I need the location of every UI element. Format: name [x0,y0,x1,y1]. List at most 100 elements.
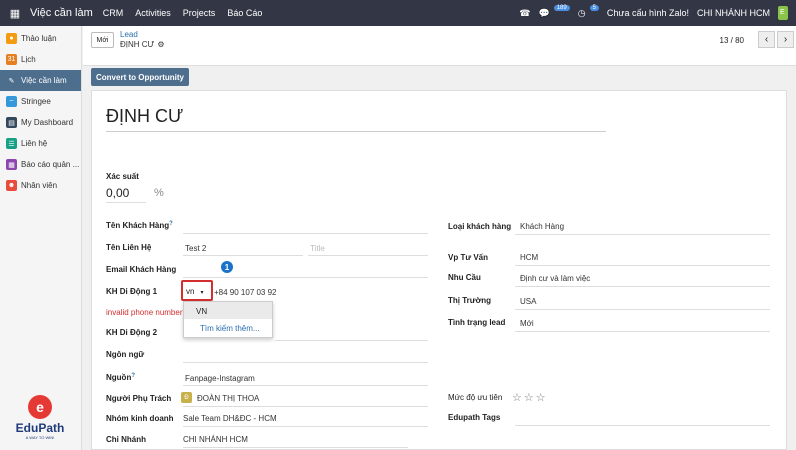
branch-input[interactable]: CHI NHÁNH HCM [183,435,248,444]
phone-input[interactable]: +84 90 107 03 92 [214,288,277,297]
email-label: Email Khách Hàng [106,265,177,274]
priority-stars-icon[interactable]: ☆☆☆ [512,391,548,404]
country-code-value: vn [186,287,195,296]
probability-label: Xác suất [106,172,139,181]
responsible-input[interactable]: ĐOÀN THỊ THOA [197,394,259,403]
sidebar-item-todo[interactable]: ✎ Việc cần làm [0,70,81,91]
sidebar-item-employees[interactable]: ☻ Nhân viên [0,175,81,196]
priority-label: Mức độ ưu tiên [448,393,503,402]
activity-icon[interactable]: ◷ [578,8,586,19]
customer-type-select[interactable]: Khách Hàng [520,222,564,231]
edupath-logo: e EduPath A WAY TO WIN! [14,395,66,440]
sidebar-item-label: Stringee [21,97,51,106]
zalo-warning[interactable]: Chưa cấu hình Zalo! [607,8,689,18]
advisor-select[interactable]: HCM [520,253,538,262]
source-input[interactable]: Fanpage-Instagram [185,374,255,383]
sidebar-item-label: My Dashboard [21,118,74,127]
need-select[interactable]: Định cư và làm việc [520,274,590,283]
menu-projects[interactable]: Projects [183,8,216,18]
convert-to-opportunity-button[interactable]: Convert to Opportunity [91,68,189,86]
branch-label: Chi Nhánh [106,435,146,444]
sidebar-item-label: Việc cần làm [21,76,67,85]
contact-name-label: Tên Liên Hệ [106,243,152,252]
status-select[interactable]: Mới [520,319,534,328]
sidebar: ● Thảo luận 31 Lịch ✎ Việc cần làm ~ Stringe… [0,26,82,450]
customer-type-label: Loại khách hàng [448,222,512,231]
dashboard-icon: ▤ [6,117,17,128]
breadcrumb-parent[interactable]: Lead [120,30,138,39]
sidebar-item-contacts[interactable]: ☰ Liên hệ [0,133,81,154]
dropdown-search-more[interactable]: Tìm kiếm thêm... [184,319,272,336]
logo-name: EduPath [15,421,65,435]
breadcrumb-current: ĐỊNH CƯ ⚙ [120,40,165,49]
employees-icon: ☻ [6,180,17,191]
dropdown-option-vn[interactable]: VN [184,302,272,319]
mobile2-label: KH Di Động 2 [106,328,158,337]
lead-title-input[interactable]: ĐỊNH CƯ [106,106,606,132]
mobile1-label: KH Di Động 1 [106,287,158,296]
probability-input[interactable]: 0,00 [106,186,129,200]
menu-crm[interactable]: CRM [103,8,124,18]
market-select[interactable]: USA [520,297,536,306]
control-panel: Mới Lead ĐỊNH CƯ ⚙ 13 / 80 ‹ › [83,26,796,66]
sidebar-item-stringee[interactable]: ~ Stringee [0,91,81,112]
customer-name-label-text: Tên Khách Hàng [106,221,170,230]
sidebar-item-label: Thảo luận [21,34,57,43]
sidebar-item-dashboard[interactable]: ▤ My Dashboard [0,112,81,133]
new-button[interactable]: Mới [91,32,114,48]
country-dropdown: VN Tìm kiếm thêm... [183,301,273,338]
sidebar-item-label: Liên hệ [21,139,48,148]
sidebar-item-reports[interactable]: ▦ Báo cáo quản ... [0,154,81,175]
language-label: Ngôn ngữ [106,350,145,359]
reports-icon: ▦ [6,159,17,170]
messages-icon[interactable]: 💬 [538,8,549,19]
tags-label: Edupath Tags [448,413,501,422]
user-initial: E [780,9,785,16]
help-icon[interactable]: ? [131,373,135,379]
pager-prev-button[interactable]: ‹ [758,31,775,48]
contact-title-input[interactable]: Title [310,244,325,253]
invalid-phone-message: invalid phone number [106,308,183,317]
menu-reports[interactable]: Báo Cáo [227,8,262,18]
app-title[interactable]: Việc cần làm [30,7,93,19]
responsible-label: Người Phụ Trách [106,394,172,403]
help-icon[interactable]: ? [169,221,173,227]
sidebar-item-discuss[interactable]: ● Thảo luận [0,28,81,49]
pencil-icon: ✎ [8,77,15,85]
team-label: Nhóm kinh doanh [106,414,174,423]
sidebar-item-label: Lịch [21,55,36,64]
logo-tagline: A WAY TO WIN! [25,435,55,440]
sidebar-item-label: Nhân viên [21,181,58,190]
phone-icon[interactable]: ☎ [519,8,530,19]
messages-badge: 189 [553,5,570,11]
contact-name-input[interactable]: Test 2 [185,244,206,253]
step-marker: 1 [221,261,233,273]
apps-grid-icon[interactable]: ▦ [4,7,26,20]
top-navbar: ▦ Việc cần làm CRM Activities Projects B… [0,0,796,26]
caret-down-icon: ▾ [200,290,204,296]
customer-name-label: Tên Khách Hàng? [106,221,173,230]
pager-next-button[interactable]: › [777,31,794,48]
chevron-left-icon: ‹ [764,34,769,45]
responsible-avatar: Đ [181,392,192,403]
need-label: Nhu Cầu [448,273,481,282]
advisor-label: Vp Tư Vấn [448,253,489,262]
form-sheet [91,90,787,450]
sidebar-item-calendar[interactable]: 31 Lịch [0,49,81,70]
market-label: Thị Trường [448,296,492,305]
percent-sign: % [154,187,164,199]
country-code-select[interactable]: vn ▾ [181,280,213,301]
activity-badge: 5 [589,5,599,11]
company-switcher[interactable]: CHI NHÁNH HCM [697,8,770,18]
sidebar-item-label: Báo cáo quản ... [21,160,80,169]
pager-value[interactable]: 13 / 80 [720,36,744,45]
breadcrumb-current-label: ĐỊNH CƯ [120,40,155,49]
source-label-text: Nguồn [106,373,132,382]
team-input[interactable]: Sale Team DH&ĐC - HCM [183,414,277,423]
discuss-icon: ● [6,33,17,44]
source-label: Nguồn? [106,373,135,382]
user-avatar[interactable]: E [778,6,788,20]
gear-icon[interactable]: ⚙ [157,40,164,49]
menu-activities[interactable]: Activities [135,8,171,18]
stringee-icon: ~ [6,96,17,107]
